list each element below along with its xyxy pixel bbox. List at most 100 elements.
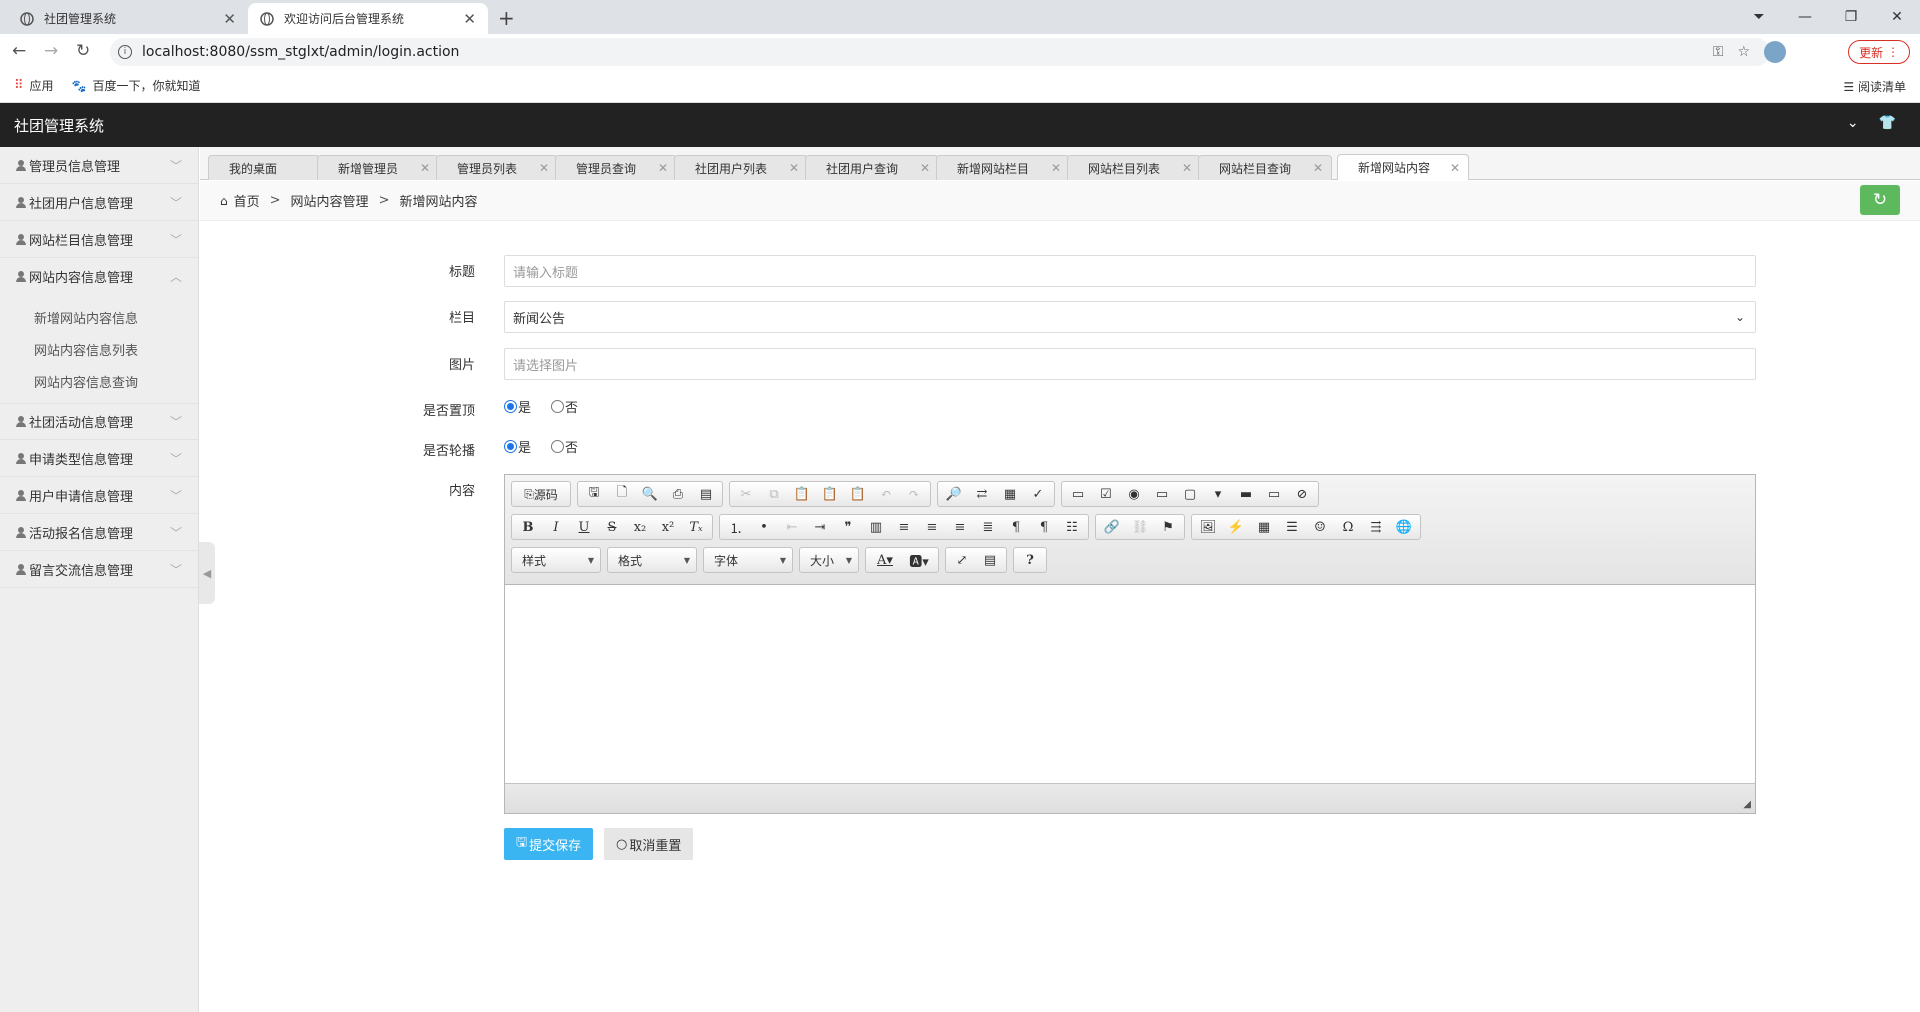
textarea-icon[interactable]: ▢: [1176, 482, 1204, 506]
sidebar-item-admin[interactable]: 管理员信息管理 ﹀: [0, 147, 198, 184]
browser-tab-2[interactable]: 欢迎访问后台管理系统 ✕: [248, 3, 488, 34]
checkbox-icon[interactable]: ☑: [1092, 482, 1120, 506]
close-icon[interactable]: ✕: [539, 161, 549, 175]
select-all-icon[interactable]: ▦: [996, 482, 1024, 506]
forward-arrow-icon[interactable]: →: [44, 41, 58, 61]
superscript-icon[interactable]: x²: [654, 515, 682, 539]
italic-icon[interactable]: I: [542, 515, 570, 539]
tab-club-user-list[interactable]: 社团用户列表 ✕: [674, 155, 808, 180]
breadcrumb-home[interactable]: 首页: [234, 191, 260, 210]
close-icon[interactable]: ✕: [463, 10, 476, 28]
submit-button[interactable]: 🖫 提交保存: [504, 828, 594, 860]
select-field-icon[interactable]: ▾: [1204, 482, 1232, 506]
sidebar-item-columns[interactable]: 网站栏目信息管理 ﹀: [0, 221, 198, 258]
textfield-icon[interactable]: ▭: [1148, 482, 1176, 506]
paste-text-icon[interactable]: 📋: [816, 482, 844, 506]
replace-icon[interactable]: ⇄: [968, 482, 996, 506]
iframe-icon[interactable]: 🌐: [1390, 515, 1418, 539]
remove-format-icon[interactable]: Tₓ: [682, 515, 710, 539]
redo-icon[interactable]: ↷: [900, 482, 928, 506]
cut-icon[interactable]: ✂: [732, 482, 760, 506]
copy-icon[interactable]: ⧉: [760, 482, 788, 506]
chevron-down-icon[interactable]: ⌄: [1847, 115, 1859, 131]
link-icon[interactable]: 🔗: [1098, 515, 1126, 539]
ltr-icon[interactable]: ¶: [1002, 515, 1030, 539]
unlink-icon[interactable]: ⛓: [1126, 515, 1154, 539]
sidebar-subitem-add-content[interactable]: 新增网站内容信息: [0, 301, 198, 333]
div-container-icon[interactable]: ▥: [862, 515, 890, 539]
profile-dropdown-icon[interactable]: ⏷: [1736, 0, 1782, 34]
language-icon[interactable]: ☷: [1058, 515, 1086, 539]
sidebar-item-content[interactable]: 网站内容信息管理 ︿: [0, 258, 198, 295]
close-icon[interactable]: ✕: [658, 161, 668, 175]
sidebar-subitem-content-query[interactable]: 网站内容信息查询: [0, 365, 198, 397]
tab-admin-list[interactable]: 管理员列表 ✕: [436, 155, 558, 180]
form-icon[interactable]: ▭: [1064, 482, 1092, 506]
bookmark-baidu[interactable]: 🐾 百度一下，你就知道: [72, 77, 201, 94]
avatar[interactable]: [1764, 41, 1786, 63]
undo-icon[interactable]: ↶: [872, 482, 900, 506]
breadcrumb-section[interactable]: 网站内容管理: [291, 191, 369, 210]
text-color-icon[interactable]: A▾: [868, 548, 902, 572]
blockquote-icon[interactable]: ❞: [834, 515, 862, 539]
info-icon[interactable]: i: [118, 45, 132, 59]
bulleted-list-icon[interactable]: •: [750, 515, 778, 539]
reload-icon[interactable]: ↻: [76, 41, 90, 61]
close-icon[interactable]: ✕: [1051, 161, 1061, 175]
styles-dropdown[interactable]: 样式 ▼: [511, 547, 601, 573]
tab-add-admin[interactable]: 新增管理员 ✕: [317, 155, 439, 180]
close-icon[interactable]: ✕: [420, 161, 430, 175]
align-center-icon[interactable]: ≡: [918, 515, 946, 539]
close-icon[interactable]: ✕: [1450, 161, 1460, 175]
paste-icon[interactable]: 📋: [788, 482, 816, 506]
spellcheck-icon[interactable]: ✓: [1024, 482, 1052, 506]
tab-column-query[interactable]: 网站栏目查询 ✕: [1198, 155, 1332, 180]
shirt-icon[interactable]: 👕: [1879, 115, 1896, 131]
help-icon[interactable]: ?: [1016, 548, 1044, 572]
top-yes-radio[interactable]: 是: [504, 397, 531, 416]
sidebar-collapse-handle[interactable]: ◀: [199, 542, 215, 604]
image-icon[interactable]: 🖼: [1194, 515, 1222, 539]
horizontal-rule-icon[interactable]: ☰: [1278, 515, 1306, 539]
tab-add-content[interactable]: 新增网站内容 ✕: [1337, 154, 1469, 180]
tab-column-list[interactable]: 网站栏目列表 ✕: [1067, 155, 1201, 180]
rtl-icon[interactable]: ¶: [1030, 515, 1058, 539]
reading-list[interactable]: ☰ 阅读清单: [1843, 78, 1906, 95]
editor-content-area[interactable]: [505, 585, 1755, 783]
back-arrow-icon[interactable]: ←: [12, 41, 26, 61]
outdent-icon[interactable]: ⇤: [778, 515, 806, 539]
sidebar-item-user-applications[interactable]: 用户申请信息管理 ﹀: [0, 477, 198, 514]
indent-icon[interactable]: ⇥: [806, 515, 834, 539]
refresh-button[interactable]: ↻: [1860, 185, 1900, 215]
tab-club-user-query[interactable]: 社团用户查询 ✕: [805, 155, 939, 180]
close-icon[interactable]: ✕: [789, 161, 799, 175]
maximize-icon[interactable]: ⤢: [948, 548, 976, 572]
tab-desktop[interactable]: 我的桌面: [208, 155, 320, 180]
sidebar-item-club-users[interactable]: 社团用户信息管理 ﹀: [0, 184, 198, 221]
flash-icon[interactable]: ⚡: [1222, 515, 1250, 539]
star-icon[interactable]: ☆: [1737, 44, 1750, 60]
browser-tab-1[interactable]: 社团管理系统 ✕: [8, 3, 248, 34]
font-dropdown[interactable]: 字体 ▼: [703, 547, 793, 573]
size-dropdown[interactable]: 大小 ▼: [799, 547, 859, 573]
smiley-icon[interactable]: ☺: [1306, 515, 1334, 539]
button-field-icon[interactable]: ▬: [1232, 482, 1260, 506]
title-input[interactable]: 请输入标题: [504, 255, 1756, 287]
tab-admin-query[interactable]: 管理员查询 ✕: [555, 155, 677, 180]
resize-handle-icon[interactable]: ◢: [1743, 799, 1751, 810]
new-page-icon[interactable]: 🗋: [608, 482, 636, 506]
underline-icon[interactable]: U: [570, 515, 598, 539]
close-icon[interactable]: ✕: [920, 161, 930, 175]
close-window-button[interactable]: ✕: [1874, 0, 1920, 34]
save-icon[interactable]: 🖫: [580, 482, 608, 506]
bg-color-icon[interactable]: 🅰▾: [902, 548, 936, 572]
source-button[interactable]: ⎘ 源码: [514, 482, 568, 506]
strike-icon[interactable]: S: [598, 515, 626, 539]
numbered-list-icon[interactable]: ⒈: [722, 515, 750, 539]
radio-icon[interactable]: ◉: [1120, 482, 1148, 506]
subscript-icon[interactable]: x₂: [626, 515, 654, 539]
url-field[interactable]: i localhost:8080/ssm_stglxt/admin/login.…: [110, 38, 1770, 66]
close-icon[interactable]: ✕: [1182, 161, 1192, 175]
carousel-yes-radio[interactable]: 是: [504, 437, 531, 456]
preview-icon[interactable]: 🔍: [636, 482, 664, 506]
